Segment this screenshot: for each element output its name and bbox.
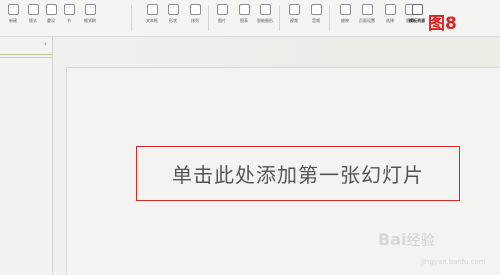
select-tool[interactable]: 选择: [380, 4, 400, 32]
ribbon-toolbar: 新建 版式 重设 节 格式刷 文本框 形状 排列 图片 图表 智能图形 视频 音…: [0, 0, 500, 37]
chart-tool[interactable]: 图表: [234, 4, 254, 32]
baidu-watermark: Bai经验: [378, 230, 434, 250]
picture-icon: [216, 4, 228, 15]
layout-icon: [27, 4, 39, 15]
shape-tool[interactable]: 形状: [163, 4, 183, 32]
picture-tool[interactable]: 图片: [212, 4, 232, 32]
tool-label: 重设: [47, 18, 55, 23]
tool-label: 智能图形: [257, 18, 273, 23]
reset-tool[interactable]: 重设: [41, 4, 61, 32]
ribbon-separator: [279, 5, 280, 31]
shape-icon: [167, 4, 179, 15]
video-tool[interactable]: 视频: [284, 4, 304, 32]
tool-label: 图片: [218, 18, 226, 23]
figure-label: 图8: [428, 14, 457, 34]
thumbnail-divider: [0, 54, 52, 55]
audio-tool[interactable]: 音频: [306, 4, 326, 32]
arrange-tool[interactable]: 排列: [185, 4, 205, 32]
text-box-tool[interactable]: 文本框: [142, 4, 162, 32]
slide-thumbnail-panel[interactable]: [0, 37, 53, 274]
chart-icon: [238, 4, 250, 15]
watermark-url: jingyan.baidu.com: [421, 258, 486, 266]
new-slide-tool[interactable]: 新建: [3, 4, 23, 32]
template-tool[interactable]: 模板资源: [408, 4, 426, 32]
tool-label: 音频: [312, 18, 320, 23]
text-box-icon: [146, 4, 158, 15]
slide-show-icon: [339, 4, 351, 15]
ribbon-separator: [131, 5, 132, 31]
tool-label: 格式刷: [84, 18, 96, 23]
layout-tool[interactable]: 版式: [23, 4, 43, 32]
tool-label: 视频: [290, 18, 298, 23]
smartart-tool[interactable]: 智能图形: [255, 4, 275, 32]
ribbon-separator: [329, 5, 330, 31]
select-icon: [384, 4, 396, 15]
audio-icon: [310, 4, 322, 15]
video-icon: [288, 4, 300, 15]
tool-label: 形状: [169, 18, 177, 23]
title-placeholder[interactable]: 单击此处添加第一张幻灯片: [136, 146, 460, 201]
chevron-left-icon[interactable]: ‹: [44, 40, 47, 48]
slide-show-tool[interactable]: 放映: [335, 4, 355, 32]
page-setup-icon: [361, 4, 373, 15]
tool-label: 选择: [386, 18, 394, 23]
tool-label: 排列: [191, 18, 199, 23]
thumbnail-divider: [0, 57, 52, 58]
new-slide-icon: [7, 4, 19, 15]
page-setup-tool[interactable]: 页面设置: [357, 4, 377, 32]
tool-label: 模板资源: [409, 18, 425, 23]
arrange-icon: [189, 4, 201, 15]
paste-format-icon: [84, 4, 96, 15]
ribbon-separator: [208, 5, 209, 31]
tool-label: 放映: [341, 18, 349, 23]
tool-label: 页面设置: [359, 18, 375, 23]
tool-label: 节: [67, 18, 71, 23]
tool-label: 新建: [9, 18, 17, 23]
tool-label: 图表: [240, 18, 248, 23]
watermark-brand: Bai: [378, 230, 407, 249]
section-icon: [63, 4, 75, 15]
tool-label: 版式: [29, 18, 37, 23]
template-icon: [411, 4, 423, 15]
reset-icon: [45, 4, 57, 15]
watermark-suffix: 经验: [406, 233, 435, 249]
title-placeholder-text: 单击此处添加第一张幻灯片: [172, 163, 424, 187]
tool-label: 文本框: [146, 18, 158, 23]
section-tool[interactable]: 节: [59, 4, 79, 32]
paste-format-tool[interactable]: 格式刷: [80, 4, 100, 32]
smartart-icon: [259, 4, 271, 15]
